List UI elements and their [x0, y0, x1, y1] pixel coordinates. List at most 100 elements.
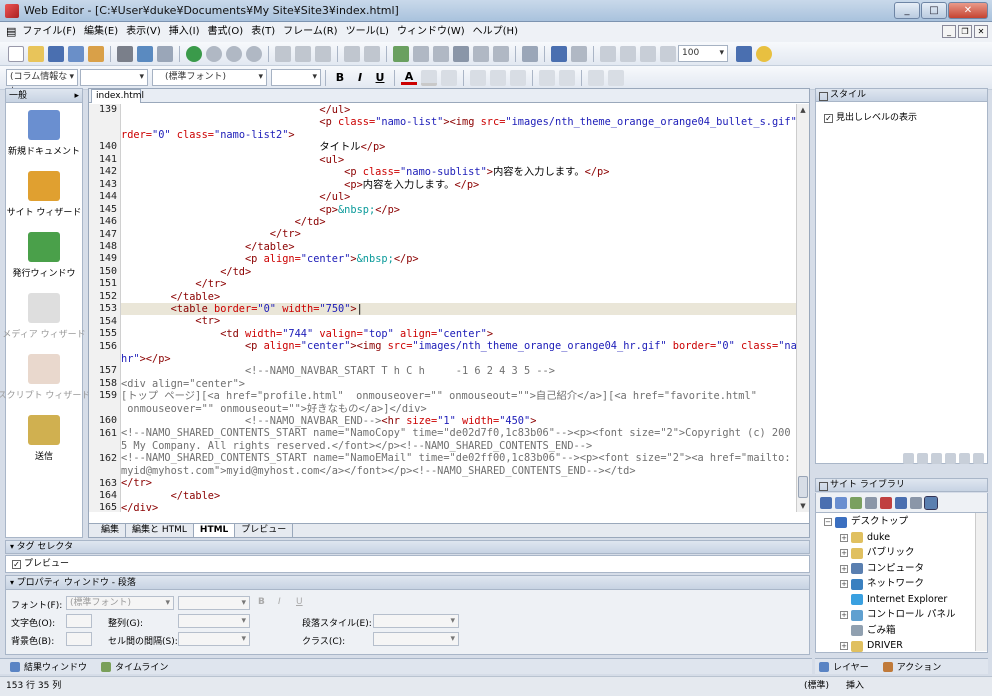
- edit-style-icon[interactable]: [917, 452, 928, 464]
- underline-button[interactable]: U: [372, 70, 388, 86]
- tree-expander-icon[interactable]: +: [840, 549, 848, 557]
- site-media-icon[interactable]: [865, 496, 877, 509]
- numbered-list-icon[interactable]: [539, 69, 555, 86]
- menu-format[interactable]: 書式(O): [204, 22, 248, 42]
- font-select[interactable]: (標準フォント): [152, 69, 267, 86]
- form-icon[interactable]: [473, 45, 489, 62]
- copy-icon[interactable]: [295, 45, 311, 62]
- para-style-field[interactable]: [373, 614, 459, 628]
- prop-underline-button[interactable]: U: [296, 597, 303, 607]
- font-color-button[interactable]: A: [401, 70, 417, 85]
- open-icon[interactable]: [28, 45, 44, 62]
- tree-node[interactable]: + duke: [840, 531, 890, 545]
- site-image-icon[interactable]: [850, 496, 862, 509]
- tree-expander-icon[interactable]: +: [840, 642, 848, 650]
- media-icon[interactable]: [413, 45, 429, 62]
- show-heading-checkbox[interactable]: ✓: [824, 114, 833, 123]
- help-icon[interactable]: [756, 45, 772, 62]
- menu-insert[interactable]: 挿入(I): [165, 22, 204, 42]
- tree-expander-icon[interactable]: −: [824, 518, 832, 526]
- image-icon[interactable]: [393, 45, 409, 62]
- mdi-minimize-icon[interactable]: _: [942, 25, 956, 38]
- tools-icon[interactable]: [522, 45, 538, 62]
- paragraph-mark-icon[interactable]: [620, 45, 636, 62]
- tree-expander-icon[interactable]: +: [840, 533, 848, 542]
- menu-view[interactable]: 表示(V): [122, 22, 165, 42]
- paste-icon[interactable]: [315, 45, 331, 62]
- file-tab[interactable]: index.html: [91, 89, 144, 103]
- prop-italic-button[interactable]: I: [278, 597, 281, 607]
- bold-button[interactable]: B: [332, 70, 348, 86]
- object-icon[interactable]: [433, 45, 449, 62]
- bookmark-icon[interactable]: [246, 45, 262, 62]
- general-item[interactable]: 発行ウィンドウ: [6, 225, 82, 286]
- menu-frame[interactable]: フレーム(R): [279, 22, 341, 42]
- cut-icon[interactable]: [275, 45, 291, 62]
- bg-color-swatch[interactable]: [66, 632, 92, 646]
- general-item[interactable]: メディア ウィザード: [2, 286, 86, 347]
- undo-style-icon[interactable]: [959, 452, 970, 464]
- clear-format-icon[interactable]: [441, 69, 457, 86]
- close-button[interactable]: ✕: [948, 2, 988, 19]
- size-field[interactable]: [178, 596, 250, 610]
- tab-timeline[interactable]: タイムライン: [97, 660, 178, 673]
- tab-actions[interactable]: アクション: [879, 660, 952, 673]
- tree-node[interactable]: Internet Explorer: [840, 593, 947, 607]
- layer-icon[interactable]: [493, 45, 509, 62]
- globe-icon[interactable]: [206, 45, 222, 62]
- general-item[interactable]: スクリプト ウィザード: [0, 347, 90, 408]
- tree-expander-icon[interactable]: +: [840, 611, 848, 619]
- site-chart-icon[interactable]: [895, 496, 907, 509]
- tab-edit[interactable]: 編集: [95, 524, 127, 537]
- cell-spacing-field[interactable]: [178, 632, 250, 646]
- text-color-swatch[interactable]: [66, 614, 92, 628]
- preview-icon[interactable]: [137, 45, 153, 62]
- menu-edit[interactable]: 編集(E): [80, 22, 122, 42]
- site-home-icon[interactable]: [820, 496, 832, 509]
- menu-file[interactable]: ファイル(F): [18, 22, 80, 42]
- menu-table[interactable]: 表(T): [247, 22, 279, 42]
- document-icon[interactable]: [736, 45, 752, 62]
- grid-icon[interactable]: [600, 45, 616, 62]
- italic-button[interactable]: I: [352, 70, 368, 86]
- site-db-icon[interactable]: [910, 496, 922, 509]
- general-item[interactable]: サイト ウィザード: [6, 164, 82, 225]
- general-panel-header[interactable]: 一般: [6, 89, 82, 103]
- align-left-icon[interactable]: [470, 69, 486, 86]
- align-field[interactable]: [178, 614, 250, 628]
- align-right-icon[interactable]: [510, 69, 526, 86]
- menu-tools[interactable]: ツール(L): [342, 22, 393, 42]
- tab-preview[interactable]: プレビュー: [235, 524, 294, 537]
- site-search-icon[interactable]: [924, 495, 938, 510]
- tree-node[interactable]: + コンピュータ: [840, 562, 924, 576]
- link-icon[interactable]: [226, 45, 242, 62]
- tree-node[interactable]: + コントロール パネル: [840, 608, 956, 622]
- redo-style-icon[interactable]: [973, 452, 984, 464]
- browser-icon[interactable]: [186, 45, 202, 62]
- general-item[interactable]: 新規ドキュメント: [6, 103, 82, 164]
- tree-node[interactable]: + DRIVER: [840, 639, 903, 652]
- delete-style-icon[interactable]: [945, 452, 956, 464]
- scroll-up-icon[interactable]: ▲: [797, 104, 809, 116]
- save-icon[interactable]: [48, 45, 64, 62]
- code-area[interactable]: </ul> <p class="namo-list"><img src="ima…: [121, 104, 797, 512]
- tree-node[interactable]: − デスクトップ: [824, 515, 908, 529]
- spellcheck-icon[interactable]: [157, 45, 173, 62]
- menu-window[interactable]: ウィンドウ(W): [393, 22, 469, 42]
- print-icon[interactable]: [117, 45, 133, 62]
- scroll-thumb[interactable]: [798, 476, 808, 498]
- tree-scrollbar[interactable]: [975, 513, 987, 651]
- mdi-restore-icon[interactable]: ❐: [958, 25, 972, 38]
- site-flash-icon[interactable]: [880, 496, 892, 509]
- tree-expander-icon[interactable]: +: [840, 580, 848, 588]
- style-panel-header[interactable]: スタイル: [815, 88, 988, 102]
- ruler-icon[interactable]: [640, 45, 656, 62]
- style-select[interactable]: [80, 69, 148, 86]
- anchor-icon[interactable]: [571, 45, 587, 62]
- tree-node[interactable]: + パブリック: [840, 546, 915, 560]
- indent-icon[interactable]: [608, 69, 624, 86]
- column-info-select[interactable]: (コラム情報なし: [6, 69, 78, 97]
- copy-style-icon[interactable]: [931, 452, 942, 464]
- editor-scrollbar[interactable]: ▲ ▼: [796, 104, 809, 512]
- font-field[interactable]: (標準フォント): [66, 596, 174, 610]
